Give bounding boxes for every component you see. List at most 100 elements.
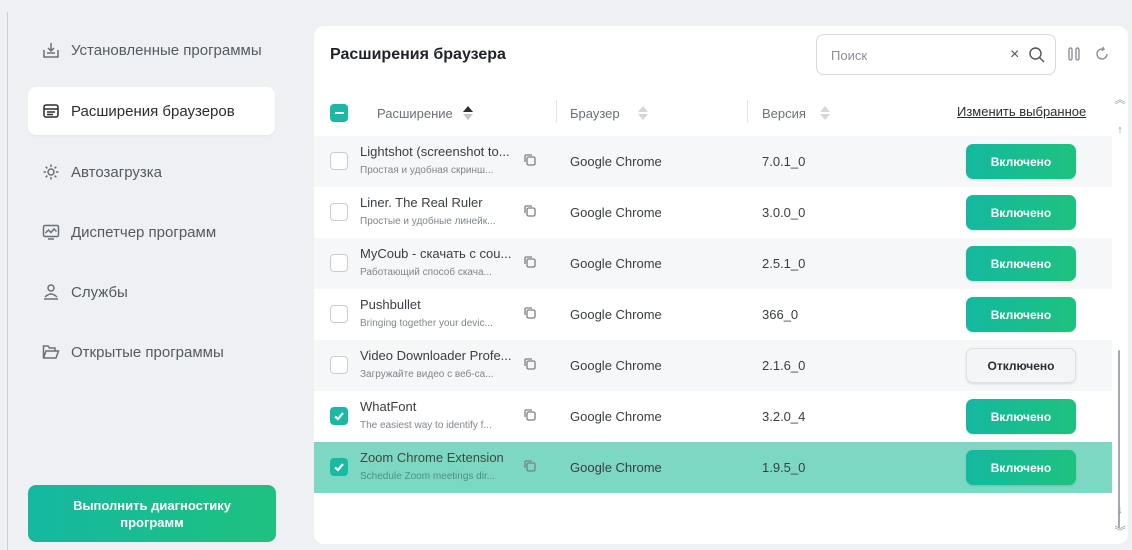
extension-browser: Google Chrome — [570, 307, 662, 322]
extension-name: WhatFont — [360, 399, 417, 414]
status-toggle-button[interactable]: Включено — [966, 399, 1076, 434]
extension-description: Простые и удобные линейк... — [360, 216, 496, 227]
extension-name: Liner. The Real Ruler — [360, 195, 483, 210]
autostart-icon — [41, 162, 61, 182]
scroll-down-icon[interactable]: ↓ — [1112, 502, 1128, 518]
table-row[interactable]: WhatFont The easiest way to identify f...… — [314, 391, 1112, 442]
extension-browser: Google Chrome — [570, 256, 662, 271]
copy-icon[interactable] — [523, 153, 537, 167]
sidebar-item-program-manager[interactable]: Диспетчер программ — [28, 208, 275, 256]
sidebar-item-label: Открытые программы — [71, 343, 224, 361]
column-header-browser[interactable]: Браузер — [570, 105, 648, 121]
status-toggle-button[interactable]: Включено — [966, 297, 1076, 332]
sidebar-item-installed-programs[interactable]: Установленные программы — [28, 26, 275, 74]
status-toggle-button[interactable]: Включено — [966, 450, 1076, 485]
sidebar-item-autostart[interactable]: Автозагрузка — [28, 148, 275, 196]
extension-browser: Google Chrome — [570, 154, 662, 169]
sidebar: Установленные программы Расширения брауз… — [18, 20, 288, 545]
copy-icon[interactable] — [523, 306, 537, 320]
open-programs-icon — [41, 342, 61, 362]
table-row[interactable]: MyCoub - скачать с cou... Работающий спос… — [314, 238, 1112, 289]
copy-icon[interactable] — [523, 459, 537, 473]
status-toggle-button[interactable]: Включено — [966, 144, 1076, 179]
extension-description: Работающий способ скача... — [360, 267, 492, 278]
extension-name: Zoom Chrome Extension — [360, 450, 504, 465]
edit-selected-link[interactable]: Изменить выбранное — [957, 104, 1086, 119]
services-icon — [41, 282, 61, 302]
status-toggle-button[interactable]: Включено — [966, 195, 1076, 230]
extension-version: 2.5.1_0 — [762, 256, 806, 271]
scroll-bottom-icon[interactable]: ︾ — [1112, 524, 1128, 540]
extension-description: Bringing together your devic... — [360, 318, 493, 329]
search-icon[interactable] — [1028, 46, 1046, 64]
sidebar-item-label: Установленные программы — [71, 41, 262, 59]
row-checkbox[interactable] — [330, 203, 348, 221]
row-checkbox[interactable] — [330, 305, 348, 323]
extension-name: MyCoub - скачать с cou... — [360, 246, 512, 261]
row-checkbox[interactable] — [330, 152, 348, 170]
copy-icon[interactable] — [523, 408, 537, 422]
checkmark-icon — [333, 410, 345, 422]
row-checkbox[interactable] — [330, 356, 348, 374]
extension-version: 3.2.0_4 — [762, 409, 806, 424]
extension-browser: Google Chrome — [570, 205, 662, 220]
copy-icon[interactable] — [523, 255, 537, 269]
table-row[interactable]: Lightshot (screenshot to... Простая и удо… — [314, 136, 1112, 187]
extensions-panel: Расширения браузера × Расширение Браузер… — [314, 26, 1128, 544]
sidebar-item-label: Расширения браузеров — [71, 102, 235, 120]
search-input[interactable] — [831, 45, 1001, 65]
scroll-top-icon[interactable]: ︽ — [1112, 92, 1128, 108]
sort-icon — [637, 105, 648, 121]
copy-icon[interactable] — [523, 204, 537, 218]
installed-programs-icon — [41, 40, 61, 60]
extension-description: The easiest way to identify f... — [360, 420, 492, 431]
table-row[interactable]: Video Downloader Profe... Загружайте виде… — [314, 340, 1112, 391]
program-manager-icon — [41, 222, 61, 242]
page-title: Расширения браузера — [330, 46, 506, 63]
copy-icon[interactable] — [523, 357, 537, 371]
table-row[interactable]: Liner. The Real Ruler Простые и удобные л… — [314, 187, 1112, 238]
extension-description: Простая и удобная скринш... — [360, 165, 494, 176]
extension-name: Lightshot (screenshot to... — [360, 144, 510, 159]
sidebar-item-open-programs[interactable]: Открытые программы — [28, 328, 275, 376]
extension-version: 7.0.1_0 — [762, 154, 806, 169]
sort-icon — [462, 105, 473, 121]
extension-browser: Google Chrome — [570, 358, 662, 373]
refresh-icon[interactable] — [1094, 46, 1110, 62]
status-toggle-button[interactable]: Отключено — [966, 348, 1076, 383]
extension-name: Pushbullet — [360, 297, 421, 312]
indeterminate-icon — [334, 112, 344, 114]
extension-browser: Google Chrome — [570, 460, 662, 475]
column-header-extension[interactable]: Расширение — [377, 105, 473, 121]
run-diagnostics-button[interactable]: Выполнить диагностику программ — [28, 485, 276, 542]
clear-icon[interactable]: × — [1010, 46, 1026, 64]
checkmark-icon — [333, 461, 345, 473]
column-divider — [556, 100, 557, 122]
extension-name: Video Downloader Profe... — [360, 348, 512, 363]
sidebar-item-label: Диспетчер программ — [71, 223, 217, 241]
scrollbar[interactable]: ︽ ↑ ↓ ︾ — [1112, 92, 1128, 544]
extension-version: 366_0 — [762, 307, 799, 322]
extension-browser: Google Chrome — [570, 409, 662, 424]
scroll-up-icon[interactable]: ↑ — [1112, 122, 1128, 138]
extension-description: Schedule Zoom meetings dir... — [360, 471, 496, 482]
status-toggle-button[interactable]: Включено — [966, 246, 1076, 281]
sidebar-item-label: Автозагрузка — [71, 163, 162, 181]
sidebar-item-browser-extensions[interactable]: Расширения браузеров — [28, 87, 275, 135]
table-row[interactable]: Zoom Chrome Extension Schedule Zoom meeti… — [314, 442, 1112, 493]
extension-description: Загружайте видео с веб-са... — [360, 369, 494, 380]
extension-version: 2.1.6_0 — [762, 358, 806, 373]
pause-icon[interactable] — [1066, 46, 1082, 62]
row-checkbox[interactable] — [330, 458, 348, 476]
row-checkbox[interactable] — [330, 254, 348, 272]
extension-version: 3.0.0_0 — [762, 205, 806, 220]
row-checkbox[interactable] — [330, 407, 348, 425]
sort-icon — [819, 105, 830, 121]
sidebar-item-services[interactable]: Службы — [28, 268, 275, 316]
run-diagnostics-label: Выполнить диагностику программ — [73, 497, 231, 530]
table-row[interactable]: Pushbullet Bringing together your devic..… — [314, 289, 1112, 340]
search-box: × — [816, 34, 1056, 75]
select-all-checkbox[interactable] — [330, 104, 348, 122]
table-header: Расширение Браузер Версия Изменить выбра… — [314, 92, 1112, 136]
column-header-version[interactable]: Версия — [762, 105, 830, 121]
